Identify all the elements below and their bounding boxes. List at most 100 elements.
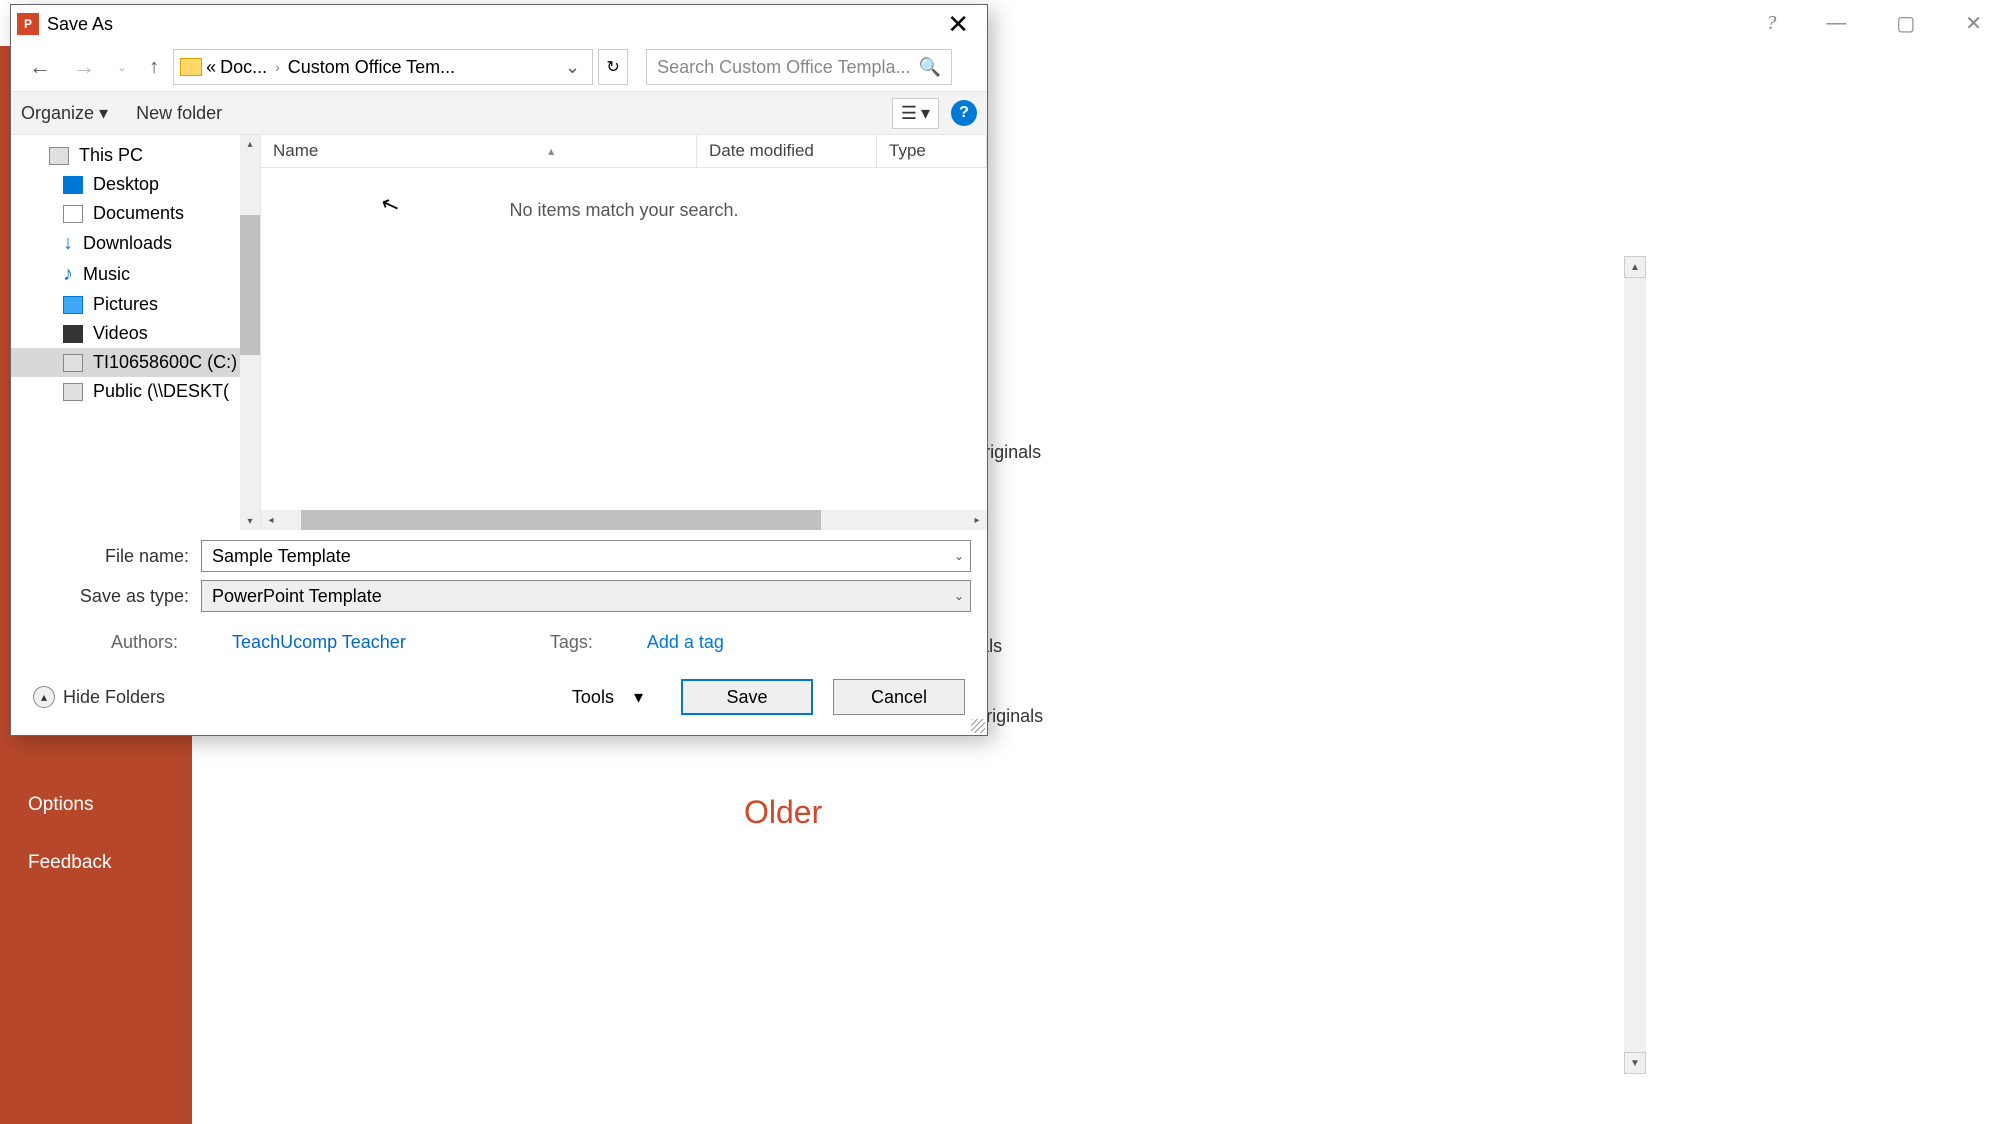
- scrollbar-thumb[interactable]: [240, 215, 260, 355]
- maximize-button[interactable]: ▢: [1886, 5, 1925, 42]
- search-input[interactable]: Search Custom Office Templa... 🔍: [646, 49, 952, 85]
- authors-label: Authors:: [111, 632, 178, 653]
- tree-label: This PC: [79, 145, 143, 166]
- file-name-input[interactable]: Sample Template ⌄: [201, 540, 971, 572]
- nav-forward-button[interactable]: →: [65, 50, 103, 84]
- minimize-button[interactable]: —: [1816, 6, 1856, 41]
- tree-label: Music: [83, 264, 130, 285]
- col-header-date[interactable]: Date modified: [697, 135, 877, 167]
- tree-label: Public (\\DESKT(: [93, 381, 229, 402]
- drive-icon: [63, 354, 83, 372]
- dialog-close-button[interactable]: ✕: [935, 9, 981, 40]
- address-dropdown-icon[interactable]: ⌄: [559, 57, 586, 78]
- scroll-down-icon[interactable]: ▾: [240, 512, 260, 530]
- tree-item-documents[interactable]: Documents: [11, 199, 260, 228]
- tools-dropdown[interactable]: Tools ▾: [554, 681, 661, 714]
- save-type-label: Save as type:: [47, 586, 201, 607]
- scroll-up-icon[interactable]: ▴: [240, 135, 260, 153]
- col-header-name[interactable]: Name ▴: [261, 135, 697, 167]
- older-heading: Older: [744, 794, 822, 831]
- downloads-icon: ↓: [63, 232, 73, 255]
- file-name-label: File name:: [47, 546, 201, 567]
- tree-item-thispc[interactable]: This PC: [11, 141, 260, 170]
- scrollbar-thumb[interactable]: [301, 510, 821, 530]
- authors-value[interactable]: TeachUcomp Teacher: [232, 632, 406, 653]
- tree-label: Pictures: [93, 294, 158, 315]
- refresh-button[interactable]: ↻: [598, 49, 628, 85]
- resize-grip[interactable]: [971, 719, 985, 733]
- empty-message: No items match your search.: [261, 168, 987, 253]
- tree-item-network-public[interactable]: Public (\\DESKT( ⌄: [11, 377, 260, 406]
- hide-folders-toggle[interactable]: ▴ Hide Folders: [33, 686, 165, 708]
- file-list-panel: Name ▴ Date modified Type No items match…: [261, 135, 987, 530]
- list-header: Name ▴ Date modified Type: [261, 135, 987, 168]
- tree-item-drive-c[interactable]: TI10658600C (C:): [11, 348, 260, 377]
- tree-item-downloads[interactable]: ↓ Downloads: [11, 228, 260, 259]
- collapse-icon: ▴: [33, 686, 55, 708]
- breadcrumb-part-1[interactable]: Doc...: [220, 57, 267, 78]
- breadcrumb-prefix: «: [206, 57, 216, 78]
- tree-item-videos[interactable]: Videos: [11, 319, 260, 348]
- tree-label: Desktop: [93, 174, 159, 195]
- breadcrumb-part-2[interactable]: Custom Office Tem...: [288, 57, 455, 78]
- new-folder-button[interactable]: New folder: [136, 103, 222, 124]
- pc-icon: [49, 147, 69, 165]
- save-type-select[interactable]: PowerPoint Template ⌄: [201, 580, 971, 612]
- folder-tree[interactable]: This PC Desktop Documents ↓ Downloads ♪ …: [11, 135, 261, 530]
- powerpoint-icon: P: [17, 13, 39, 35]
- videos-icon: [63, 325, 83, 343]
- file-list-body[interactable]: No items match your search. ↖: [261, 168, 987, 510]
- dialog-titlebar: P Save As ✕: [11, 5, 987, 43]
- pictures-icon: [63, 296, 83, 314]
- network-drive-icon: [63, 383, 83, 401]
- scroll-left-icon[interactable]: ◂: [261, 515, 281, 526]
- screen: tion - PowerPoint ? — ▢ ✕ TeachUcomp Tea…: [0, 0, 2000, 1124]
- nav-back-button[interactable]: ←: [21, 50, 59, 84]
- dialog-title: Save As: [47, 14, 113, 35]
- tree-label: Downloads: [83, 233, 172, 254]
- dialog-toolbar: Organize ▾ New folder ☰ ▾ ?: [11, 91, 987, 135]
- chevron-down-icon[interactable]: ⌄: [954, 549, 964, 563]
- scrollbar-vertical[interactable]: ▲ ▼: [1624, 256, 1646, 1074]
- save-button[interactable]: Save: [681, 679, 813, 715]
- sidebar-item-feedback[interactable]: Feedback: [0, 834, 192, 892]
- cancel-button[interactable]: Cancel: [833, 679, 965, 715]
- documents-icon: [63, 205, 83, 223]
- file-name-row: File name: Sample Template ⌄: [47, 540, 971, 572]
- sidebar-item-options[interactable]: Options: [0, 776, 192, 834]
- chevron-down-icon: ▾: [921, 103, 930, 124]
- tree-item-desktop[interactable]: Desktop: [11, 170, 260, 199]
- help-button[interactable]: ?: [951, 100, 977, 126]
- scroll-down-icon[interactable]: ▼: [1624, 1052, 1646, 1074]
- view-mode-button[interactable]: ☰ ▾: [892, 98, 939, 129]
- add-tag-link[interactable]: Add a tag: [647, 632, 724, 653]
- folder-icon: [180, 58, 202, 76]
- chevron-down-icon: ▾: [634, 687, 643, 708]
- desktop-icon: [63, 176, 83, 194]
- chevron-down-icon[interactable]: ⌄: [954, 589, 964, 603]
- dialog-button-bar: ▴ Hide Folders Tools ▾ Save Cancel: [11, 659, 987, 735]
- dialog-content: This PC Desktop Documents ↓ Downloads ♪ …: [11, 135, 987, 530]
- scroll-right-icon[interactable]: ▸: [967, 515, 987, 526]
- list-hscrollbar[interactable]: ◂ ▸: [261, 510, 987, 530]
- nav-history-dropdown[interactable]: ⌄: [109, 56, 135, 78]
- address-bar[interactable]: « Doc... › Custom Office Tem... ⌄: [173, 49, 593, 85]
- music-icon: ♪: [63, 263, 73, 286]
- close-button[interactable]: ✕: [1955, 5, 1992, 42]
- dialog-inputs: File name: Sample Template ⌄ Save as typ…: [11, 530, 987, 626]
- tree-scrollbar[interactable]: ▴ ▾: [240, 135, 260, 530]
- tree-item-music[interactable]: ♪ Music: [11, 259, 260, 290]
- list-view-icon: ☰: [901, 103, 917, 124]
- tree-label: TI10658600C (C:): [93, 352, 237, 373]
- search-placeholder: Search Custom Office Templa...: [657, 57, 910, 78]
- help-icon[interactable]: ?: [1756, 6, 1786, 41]
- scroll-up-icon[interactable]: ▲: [1624, 256, 1646, 278]
- search-icon[interactable]: 🔍: [919, 57, 941, 78]
- tree-item-pictures[interactable]: Pictures: [11, 290, 260, 319]
- col-header-type[interactable]: Type: [877, 135, 987, 167]
- nav-up-button[interactable]: ↑: [141, 52, 167, 83]
- metadata-row: Authors: TeachUcomp Teacher Tags: Add a …: [11, 626, 987, 659]
- tags-label: Tags:: [550, 632, 593, 653]
- organize-button[interactable]: Organize ▾: [21, 103, 108, 124]
- window-controls: ? — ▢ ✕: [1756, 5, 1992, 42]
